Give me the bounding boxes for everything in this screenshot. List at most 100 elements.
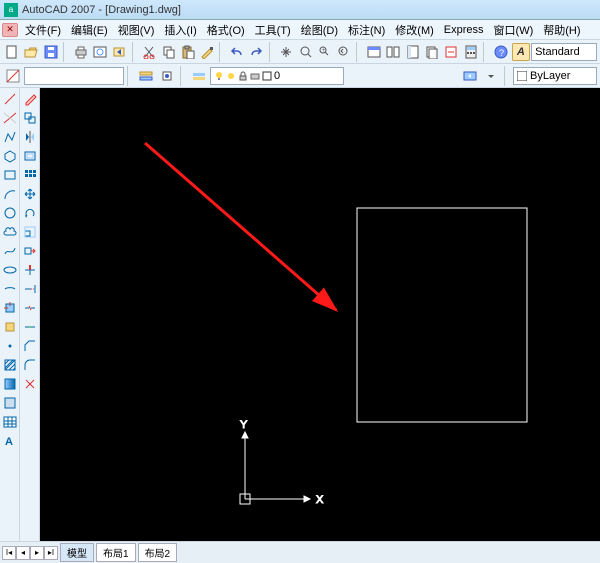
offset-icon[interactable]: [21, 147, 39, 165]
xline-icon[interactable]: [1, 109, 19, 127]
paste-icon[interactable]: [179, 42, 197, 62]
menu-dimension[interactable]: 标注(N): [343, 20, 390, 40]
copy-icon[interactable]: [159, 42, 177, 62]
ellipse-arc-icon[interactable]: [1, 280, 19, 298]
new-icon[interactable]: [3, 42, 21, 62]
explode-icon[interactable]: [21, 375, 39, 393]
zoom-realtime-icon[interactable]: [296, 42, 314, 62]
menu-edit[interactable]: 编辑(E): [66, 20, 113, 40]
layer-toolbar: 0 ByLayer: [0, 64, 600, 88]
stretch-icon[interactable]: [21, 242, 39, 260]
calculator-icon[interactable]: [462, 42, 480, 62]
fillet-icon[interactable]: [21, 356, 39, 374]
array-icon[interactable]: [21, 166, 39, 184]
menu-modify[interactable]: 修改(M): [390, 20, 439, 40]
drawn-rectangle[interactable]: [357, 208, 527, 422]
text-style-badge[interactable]: A: [512, 43, 530, 61]
tab-first-icon[interactable]: I◂: [2, 546, 16, 560]
bylayer-select[interactable]: ByLayer: [513, 67, 597, 85]
menu-format[interactable]: 格式(O): [202, 20, 250, 40]
ellipse-icon[interactable]: [1, 261, 19, 279]
hatch-icon[interactable]: [1, 356, 19, 374]
undo-icon[interactable]: [228, 42, 246, 62]
zoom-window-icon[interactable]: +: [316, 42, 334, 62]
polygon-icon[interactable]: [1, 147, 19, 165]
open-icon[interactable]: [22, 42, 40, 62]
design-center-icon[interactable]: [384, 42, 402, 62]
table-icon[interactable]: [1, 413, 19, 431]
bulb-icon: [214, 71, 224, 81]
layer-select[interactable]: 0: [210, 67, 344, 85]
tab-prev-icon[interactable]: ◂: [16, 546, 30, 560]
layer-states-icon[interactable]: [189, 66, 209, 86]
tab-model[interactable]: 模型: [60, 543, 94, 562]
square-icon: [262, 71, 272, 81]
menu-file[interactable]: 文件(F): [20, 20, 66, 40]
menu-view[interactable]: 视图(V): [113, 20, 160, 40]
zoom-prev-icon[interactable]: [335, 42, 353, 62]
tab-last-icon[interactable]: ▸I: [44, 546, 58, 560]
spline-icon[interactable]: [1, 242, 19, 260]
erase-icon[interactable]: [21, 90, 39, 108]
polyline-icon[interactable]: [1, 128, 19, 146]
move-icon[interactable]: [21, 185, 39, 203]
join-icon[interactable]: [21, 318, 39, 336]
mtext-icon[interactable]: A: [1, 432, 19, 450]
redo-icon[interactable]: [247, 42, 265, 62]
match-prop-icon[interactable]: [198, 42, 216, 62]
menu-bar: ✕ 文件(F) 编辑(E) 视图(V) 插入(I) 格式(O) 工具(T) 绘图…: [0, 20, 600, 40]
copy-obj-icon[interactable]: [21, 109, 39, 127]
insert-block-icon[interactable]: [1, 299, 19, 317]
help-icon[interactable]: ?: [491, 42, 509, 62]
layer-prev-icon[interactable]: [460, 66, 480, 86]
title-bar: a AutoCAD 2007 - [Drawing1.dwg]: [0, 0, 600, 20]
tab-next-icon[interactable]: ▸: [30, 546, 44, 560]
color-select[interactable]: [24, 67, 124, 85]
scale-icon[interactable]: [21, 223, 39, 241]
pan-icon[interactable]: [277, 42, 295, 62]
rectangle-icon[interactable]: [1, 166, 19, 184]
menu-tools[interactable]: 工具(T): [250, 20, 296, 40]
tab-layout2[interactable]: 布局2: [138, 543, 178, 562]
ucs-y-label: Y: [240, 419, 248, 431]
save-icon[interactable]: [42, 42, 60, 62]
menu-draw[interactable]: 绘图(D): [296, 20, 343, 40]
publish-icon[interactable]: [110, 42, 128, 62]
layer-name: 0: [274, 70, 280, 82]
plot-icon: [250, 71, 260, 81]
menu-window[interactable]: 窗口(W): [489, 20, 539, 40]
extend-icon[interactable]: [21, 280, 39, 298]
properties-icon[interactable]: [365, 42, 383, 62]
tool-palettes-icon[interactable]: [404, 42, 422, 62]
layer-filter-icon[interactable]: [157, 66, 177, 86]
revcloud-icon[interactable]: [1, 223, 19, 241]
trim-icon[interactable]: [21, 261, 39, 279]
sheetset-icon[interactable]: [423, 42, 441, 62]
tabs-bar: I◂ ◂ ▸ ▸I 模型 布局1 布局2: [0, 541, 600, 563]
text-style-select[interactable]: Standard: [531, 43, 597, 61]
print-icon[interactable]: [72, 42, 90, 62]
rotate-icon[interactable]: [21, 204, 39, 222]
menu-express[interactable]: Express: [439, 22, 489, 38]
cut-icon[interactable]: [140, 42, 158, 62]
markup-icon[interactable]: [442, 42, 460, 62]
tab-layout1[interactable]: 布局1: [96, 543, 136, 562]
line-icon[interactable]: [1, 90, 19, 108]
drawing-canvas[interactable]: Y X: [40, 88, 600, 541]
menu-insert[interactable]: 插入(I): [159, 20, 201, 40]
menu-help[interactable]: 帮助(H): [538, 20, 585, 40]
color-none-icon[interactable]: [3, 66, 23, 86]
circle-icon[interactable]: [1, 204, 19, 222]
arc-icon[interactable]: [1, 185, 19, 203]
break-icon[interactable]: [21, 299, 39, 317]
gradient-icon[interactable]: [1, 375, 19, 393]
chamfer-icon[interactable]: [21, 337, 39, 355]
plot-preview-icon[interactable]: [91, 42, 109, 62]
dropdown-icon[interactable]: [481, 66, 501, 86]
make-block-icon[interactable]: [1, 318, 19, 336]
region-icon[interactable]: [1, 394, 19, 412]
point-icon[interactable]: [1, 337, 19, 355]
mirror-icon[interactable]: [21, 128, 39, 146]
layer-props-icon[interactable]: [136, 66, 156, 86]
doc-close-icon[interactable]: ✕: [2, 23, 18, 37]
